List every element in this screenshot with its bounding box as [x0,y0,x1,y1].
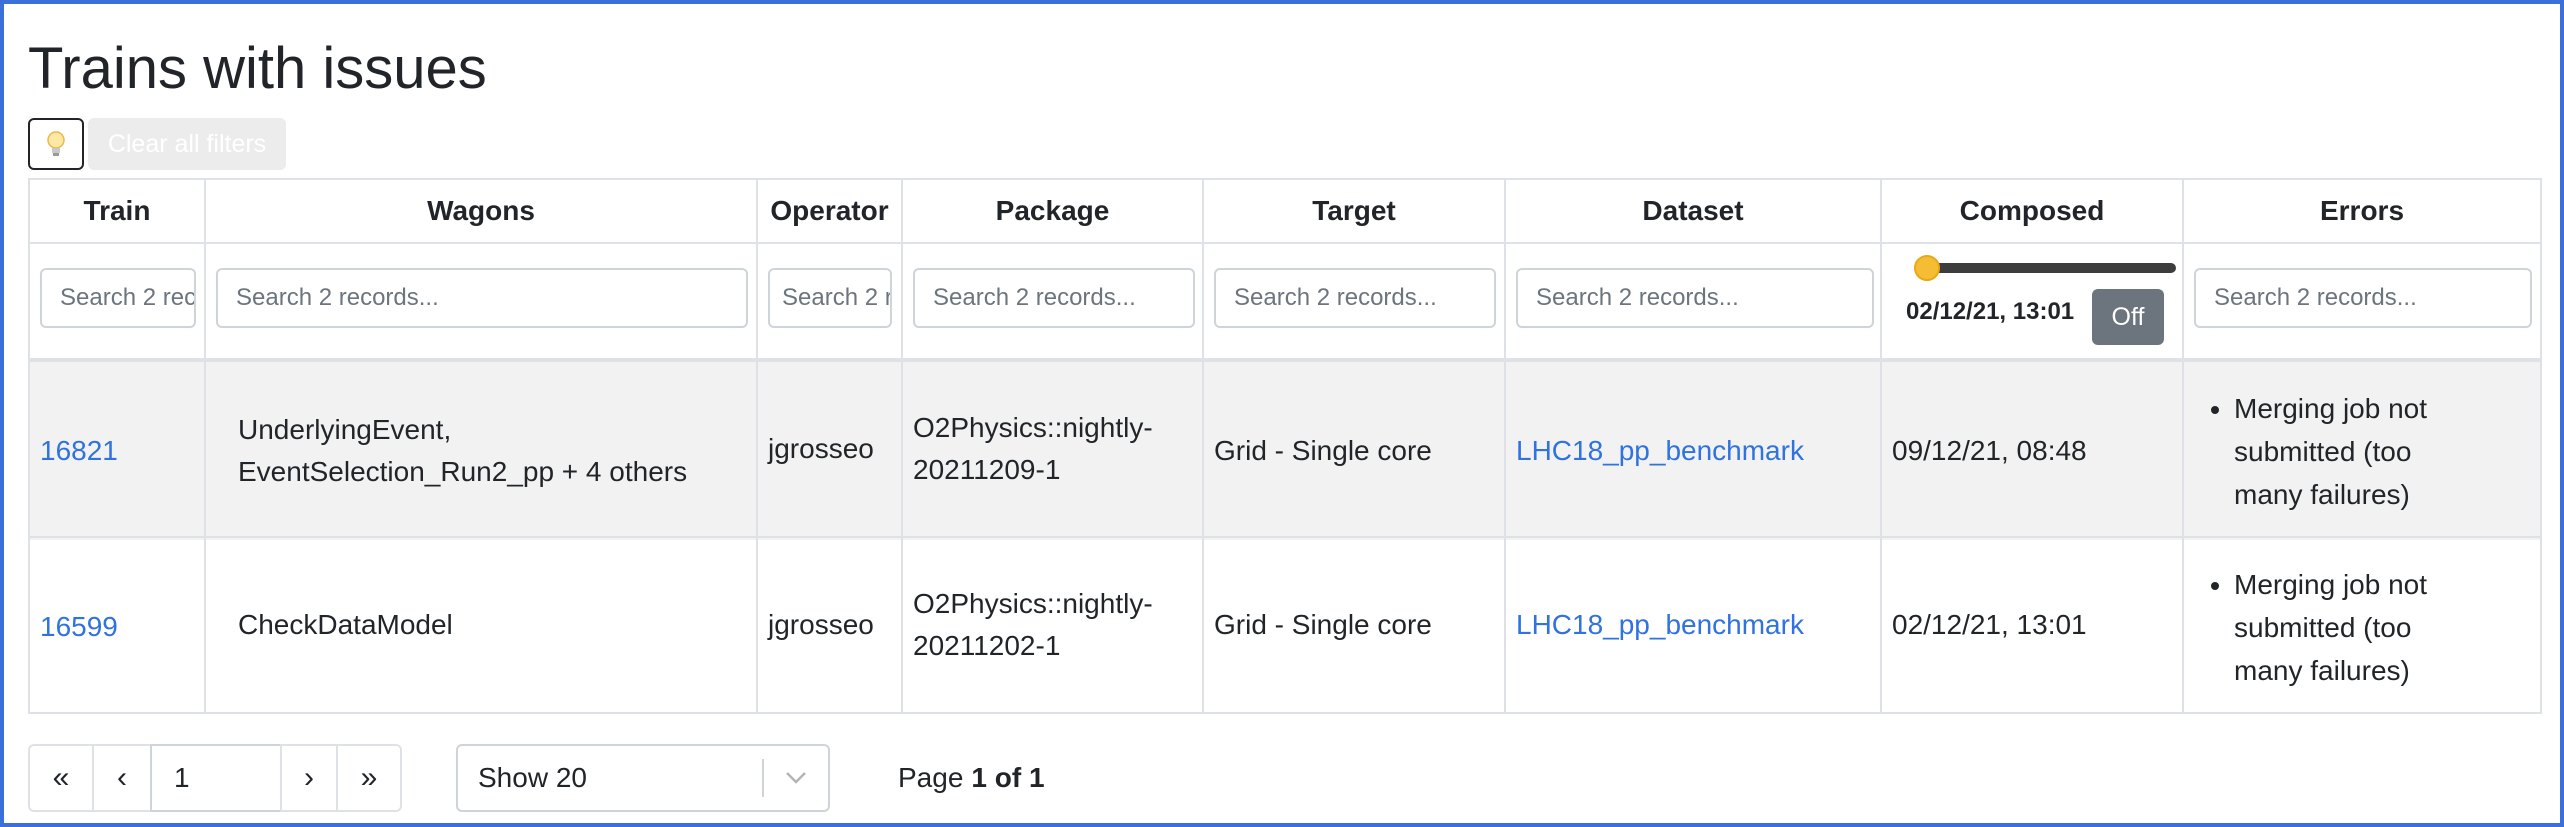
package-filter-input[interactable] [913,268,1195,328]
composed-slider-handle[interactable] [1914,255,1940,281]
header-divider [30,242,2540,244]
column-header-wagons[interactable]: Wagons [206,180,756,242]
wagons-text: EventSelection_Run2_pp + 4 others [238,456,688,487]
column-divider [756,180,758,712]
dataset-filter-input[interactable] [1516,268,1874,328]
column-divider [2182,180,2184,712]
column-divider [204,180,206,712]
column-header-operator[interactable]: Operator [758,180,901,242]
column-header-errors[interactable]: Errors [2184,180,2540,242]
package-cell: O2Physics::nightly- 20211202-1 [913,538,1153,712]
wagons-filter-input[interactable] [216,268,748,328]
composed-date-slider[interactable] [1924,263,2176,273]
error-list: Merging job not submitted (too many fail… [2194,387,2427,516]
train-id-link[interactable]: 16599 [40,538,118,716]
page-title: Trains with issues [28,36,487,101]
error-list: Merging job not submitted (too many fail… [2194,563,2427,692]
package-text: 20211202-1 [913,630,1061,661]
column-divider [1880,180,1882,712]
train-id-link[interactable]: 16821 [40,362,118,540]
errors-cell: Merging job not submitted (too many fail… [2194,362,2427,540]
package-cell: O2Physics::nightly- 20211209-1 [913,362,1153,536]
column-header-dataset[interactable]: Dataset [1506,180,1880,242]
prev-page-button[interactable]: ‹ [92,744,152,812]
column-header-composed[interactable]: Composed [1882,180,2182,242]
operator-filter-input[interactable] [768,268,892,328]
error-item: Merging job not submitted (too many fail… [2234,387,2427,516]
column-divider [1504,180,1506,712]
composed-cell: 09/12/21, 08:48 [1892,435,2087,466]
wagons-cell: CheckDataModel [238,609,453,640]
wagons-cell: UnderlyingEvent, EventSelection_Run2_pp … [238,362,687,540]
last-page-button[interactable]: » [336,744,402,812]
next-page-button[interactable]: › [280,744,338,812]
train-filter-input[interactable] [40,268,196,328]
lightbulb-icon [47,131,65,156]
operator-cell: jgrosseo [768,433,874,464]
column-header-train[interactable]: Train [30,180,204,242]
target-filter-input[interactable] [1214,268,1496,328]
package-text: O2Physics::nightly- [913,412,1153,443]
composed-filter-toggle[interactable]: Off [2092,289,2164,345]
wagons-text: UnderlyingEvent, [238,414,452,445]
column-header-target[interactable]: Target [1204,180,1504,242]
page-count: 1 of 1 [971,762,1045,793]
page-number-input[interactable]: 1 [150,744,282,812]
target-cell: Grid - Single core [1214,609,1432,640]
pagination: « ‹ 1 › » [28,744,402,812]
page-size-value: Show 20 [478,762,587,793]
tip-button[interactable] [28,118,84,170]
errors-filter-input[interactable] [2194,268,2532,328]
page-indicator: Page 1 of 1 [898,744,1045,812]
error-item: Merging job not submitted (too many fail… [2234,563,2427,692]
composed-filter-date: 02/12/21, 13:01 [1906,298,2075,325]
errors-cell: Merging job not submitted (too many fail… [2194,538,2427,716]
page-label: Page [898,762,964,793]
dataset-link[interactable]: LHC18_pp_benchmark [1516,538,1804,712]
package-text: 20211209-1 [913,454,1061,485]
first-page-button[interactable]: « [28,744,94,812]
trains-table: Train Wagons Operator Package Target Dat… [28,178,2542,714]
column-divider [1202,180,1204,712]
package-text: O2Physics::nightly- [913,588,1153,619]
column-divider [901,180,903,712]
clear-filters-button[interactable]: Clear all filters [88,118,286,170]
target-cell: Grid - Single core [1214,435,1432,466]
composed-cell: 02/12/21, 13:01 [1892,609,2087,640]
column-header-package[interactable]: Package [903,180,1202,242]
operator-cell: jgrosseo [768,609,874,640]
dataset-link[interactable]: LHC18_pp_benchmark [1516,362,1804,540]
chevron-down-icon[interactable] [764,771,828,785]
page-size-select[interactable]: Show 20 [456,744,830,812]
